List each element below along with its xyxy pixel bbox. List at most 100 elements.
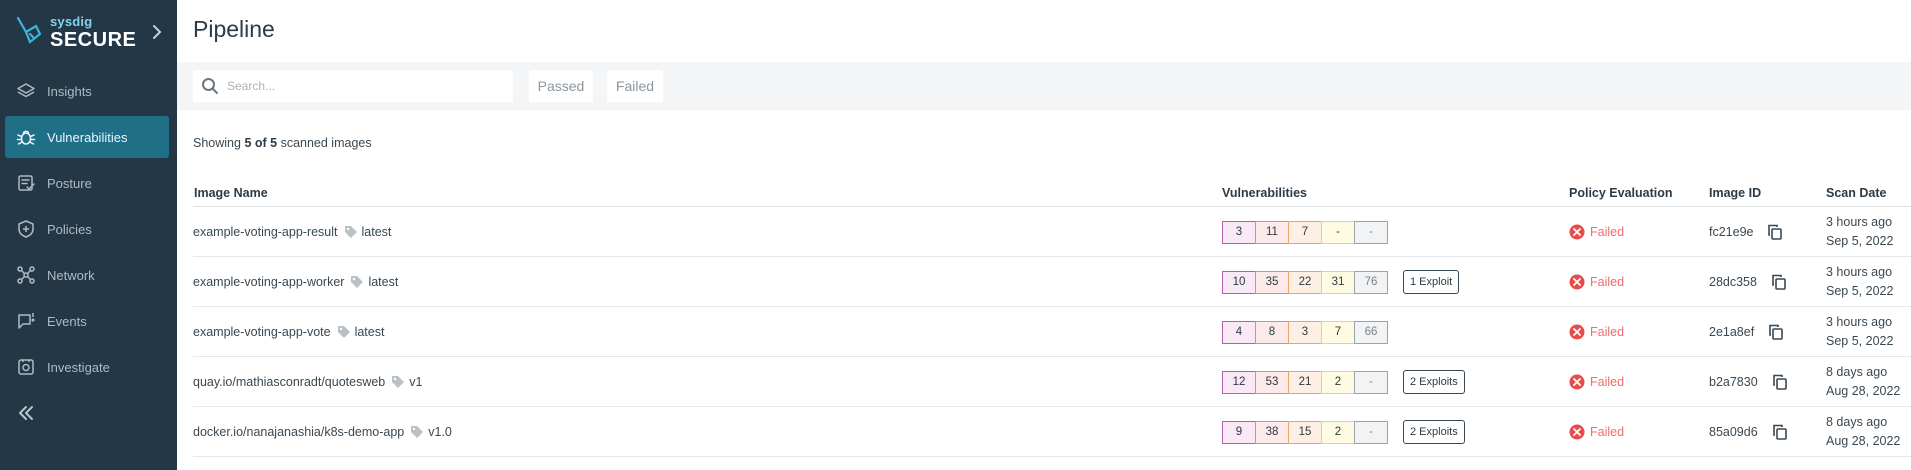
high-count: 11 [1255,220,1289,244]
scan-date-relative: 8 days ago [1826,365,1888,379]
column-header-scan-date[interactable]: Scan Date [1826,186,1886,200]
search-box[interactable] [193,70,513,102]
tag-icon [392,376,405,388]
page-title: Pipeline [193,16,275,42]
table-row[interactable]: docker.io/nanajanashia/k8s-demo-app v1.0… [193,407,1911,457]
search-icon [202,78,218,94]
low-count: 2 [1321,370,1355,394]
sysdig-logo-icon [16,16,42,44]
chevron-right-icon[interactable] [150,24,164,40]
image-tag: latest [354,325,385,339]
table-row[interactable]: example-voting-app-result latest 3 11 7 … [193,207,1911,257]
main-content: Pipeline Passed Failed Showing 5 of 5 sc… [177,0,1911,470]
column-header-image-id[interactable]: Image ID [1709,186,1761,200]
image-name[interactable]: docker.io/nanajanashia/k8s-demo-app [193,425,404,439]
image-name[interactable]: quay.io/mathiasconradt/quotesweb [193,375,385,389]
image-id: fc21e9e [1709,225,1754,239]
image-id: 2e1a8ef [1709,325,1755,339]
failed-x-circle-icon [1569,224,1585,240]
negligible-count: 76 [1354,270,1388,294]
failed-x-circle-icon [1569,424,1585,440]
image-name[interactable]: example-voting-app-vote [193,325,331,339]
critical-count: 9 [1222,420,1256,444]
scan-date-cell: 3 hours ago Sep 5, 2022 [1826,207,1893,257]
sidebar-item-events[interactable]: Events [5,300,169,342]
policy-evaluation-cell: Failed [1569,407,1624,457]
images-table: Image Name Vulnerabilities Policy Evalua… [193,180,1911,457]
low-count: 31 [1321,270,1355,294]
column-header-vulnerabilities[interactable]: Vulnerabilities [1222,186,1307,200]
column-header-image-name[interactable]: Image Name [194,186,268,200]
negligible-count: - [1354,370,1388,394]
severity-counts[interactable]: 9 38 15 2 - [1222,420,1388,444]
column-header-policy-evaluation[interactable]: Policy Evaluation [1569,186,1673,200]
medium-count: 3 [1288,320,1322,344]
high-count: 35 [1255,270,1289,294]
policy-evaluation-cell: Failed [1569,307,1624,357]
bug-icon [16,127,36,147]
image-name[interactable]: example-voting-app-worker [193,275,344,289]
critical-count: 10 [1222,270,1256,294]
scan-date-cell: 8 days ago Aug 28, 2022 [1826,357,1900,407]
brand-sub: sysdig [50,13,93,29]
sidebar-item-label: Vulnerabilities [47,129,128,145]
image-name[interactable]: example-voting-app-result [193,225,338,239]
table-body: example-voting-app-result latest 3 11 7 … [193,207,1911,457]
brand[interactable]: sysdig SECURE [14,12,164,52]
copy-icon[interactable] [1768,324,1784,340]
copy-icon[interactable] [1772,374,1788,390]
vulnerabilities-cell: 3 11 7 - - [1222,207,1388,257]
exploit-badge[interactable]: 2 Exploits [1403,370,1465,394]
image-name-cell: example-voting-app-worker latest [193,257,398,307]
filter-failed-button[interactable]: Failed [607,70,663,102]
table-row[interactable]: quay.io/mathiasconradt/quotesweb v1 12 5… [193,357,1911,407]
table-row[interactable]: example-voting-app-vote latest 4 8 3 7 6… [193,307,1911,357]
image-id-cell: b2a7830 [1709,357,1788,407]
copy-icon[interactable] [1771,274,1787,290]
sidebar-item-label: Posture [47,175,92,191]
sidebar-item-vulnerabilities[interactable]: Vulnerabilities [5,116,169,158]
scan-date-absolute: Sep 5, 2022 [1826,334,1894,348]
scan-date-absolute: Sep 5, 2022 [1826,234,1894,248]
sidebar-item-investigate[interactable]: Investigate [5,346,169,388]
severity-counts[interactable]: 10 35 22 31 76 [1222,270,1388,294]
severity-counts[interactable]: 12 53 21 2 - [1222,370,1388,394]
sidebar-item-posture[interactable]: Posture [5,162,169,204]
shield-icon [16,219,36,239]
scan-date-cell: 3 hours ago Sep 5, 2022 [1826,257,1893,307]
scan-date-absolute: Aug 28, 2022 [1826,384,1901,398]
scan-date-absolute: Aug 28, 2022 [1826,434,1901,448]
policy-status: Failed [1590,275,1625,289]
filter-passed-button[interactable]: Passed [529,70,593,102]
app: sysdig SECURE Insights Vulnerabilities P… [0,0,1911,470]
tag-icon [344,226,357,238]
sidebar-item-network[interactable]: Network [5,254,169,296]
sidebar-item-label: Investigate [47,359,110,375]
severity-counts[interactable]: 3 11 7 - - [1222,220,1388,244]
search-input[interactable] [227,79,497,93]
copy-icon[interactable] [1767,224,1783,240]
image-id-cell: fc21e9e [1709,207,1783,257]
collapse-sidebar-icon[interactable] [16,403,36,423]
severity-counts[interactable]: 4 8 3 7 66 [1222,320,1388,344]
sidebar-item-insights[interactable]: Insights [5,70,169,112]
network-icon [16,265,36,285]
exploit-badge[interactable]: 2 Exploits [1403,420,1465,444]
results-prefix: Showing [193,136,245,150]
policy-evaluation-cell: Failed [1569,207,1624,257]
scan-date-cell: 8 days ago Aug 28, 2022 [1826,407,1900,457]
table-row[interactable]: example-voting-app-worker latest 10 35 2… [193,257,1911,307]
image-tag: v1.0 [428,425,452,439]
image-id-cell: 2e1a8ef [1709,307,1784,357]
negligible-count: - [1354,220,1388,244]
sidebar: sysdig SECURE Insights Vulnerabilities P… [0,0,177,470]
image-tag: latest [368,275,399,289]
policy-status: Failed [1590,325,1625,339]
exploit-badge[interactable]: 1 Exploit [1403,270,1460,294]
image-name-cell: docker.io/nanajanashia/k8s-demo-app v1.0 [193,407,452,457]
image-tag: v1 [409,375,423,389]
high-count: 53 [1255,370,1289,394]
medium-count: 15 [1288,420,1322,444]
sidebar-item-policies[interactable]: Policies [5,208,169,250]
copy-icon[interactable] [1772,424,1788,440]
